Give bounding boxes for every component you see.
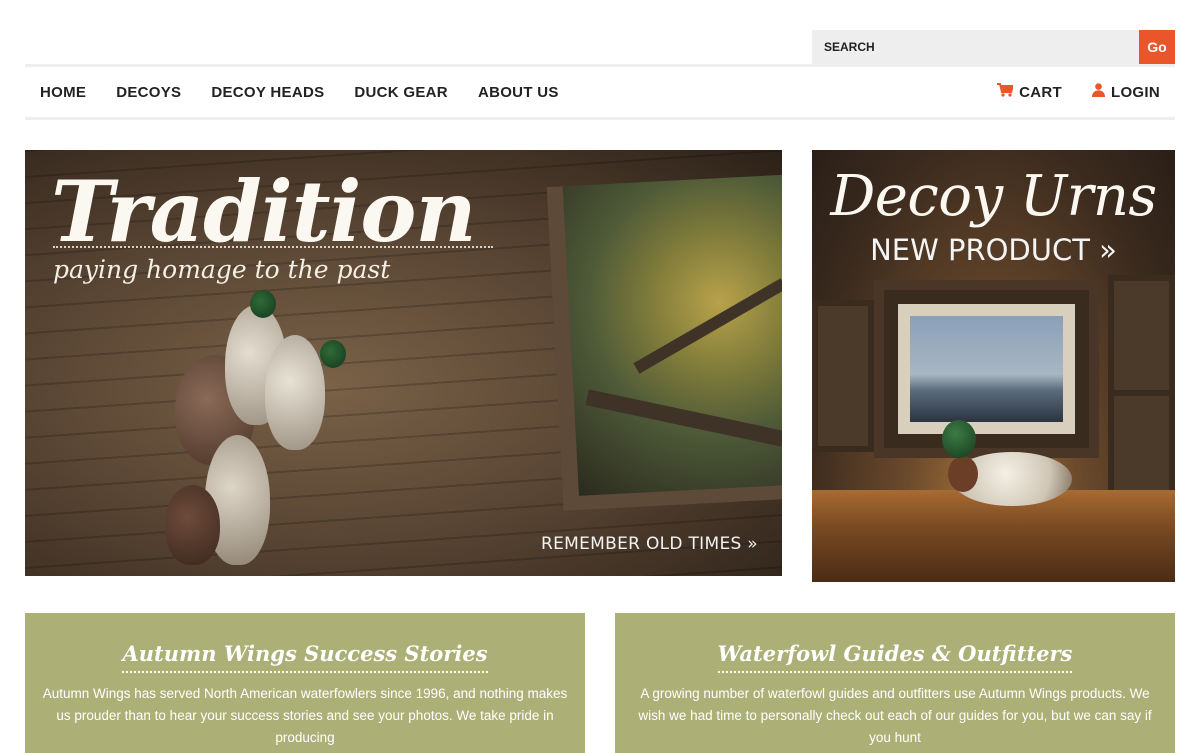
decoy-urns-banner[interactable]: Decoy Urns NEW PRODUCT » (812, 150, 1175, 582)
search-go-button[interactable]: Go (1139, 30, 1175, 64)
login-label: LOGIN (1111, 83, 1160, 101)
nav-item-home[interactable]: HOME (40, 84, 86, 101)
decoy-shape (165, 485, 220, 565)
decoy-shape (265, 335, 325, 450)
guides-outfitters-title[interactable]: Waterfowl Guides & Outfitters (717, 641, 1073, 673)
nav-item-duck-gear[interactable]: DUCK GEAR (354, 84, 448, 101)
side-banner-title: Decoy Urns (830, 164, 1157, 229)
hanging-decoys-image (155, 290, 355, 575)
remember-old-times-link[interactable]: REMEMBER OLD TIMES » (541, 534, 758, 554)
tradition-banner[interactable]: Tradition paying homage to the past REME… (25, 150, 782, 576)
decoy-urn-chest (948, 456, 978, 492)
cart-link[interactable]: CART (997, 83, 1062, 101)
decoy-head-shape (320, 340, 346, 368)
picture-frame (874, 280, 1099, 458)
nav-item-decoys[interactable]: DECOYS (116, 84, 181, 101)
search-bar: Go (812, 30, 1175, 64)
cart-label: CART (1019, 83, 1062, 101)
user-icon (1092, 83, 1105, 101)
nav-item-about-us[interactable]: ABOUT US (478, 84, 559, 101)
decoy-head-shape (250, 290, 276, 318)
broken-window-image (546, 173, 782, 511)
nav-menu: HOME DECOYS DECOY HEADS DUCK GEAR ABOUT … (40, 67, 559, 117)
nav-item-decoy-heads[interactable]: DECOY HEADS (211, 84, 324, 101)
shopping-cart-icon (997, 83, 1015, 101)
picture-frame (812, 300, 874, 452)
success-stories-title[interactable]: Autumn Wings Success Stories (122, 641, 488, 673)
success-stories-panel: Autumn Wings Success Stories Autumn Wing… (25, 613, 585, 753)
account-links: CART LOGIN (997, 67, 1160, 117)
banner-subtitle: paying homage to the past (53, 255, 391, 284)
search-input[interactable] (812, 30, 1139, 64)
banner-divider (53, 246, 493, 248)
decoy-urn-head (942, 420, 976, 458)
guides-outfitters-text: A growing number of waterfowl guides and… (638, 686, 1152, 745)
guides-outfitters-panel: Waterfowl Guides & Outfitters A growing … (615, 613, 1175, 753)
new-product-link[interactable]: NEW PRODUCT » (812, 233, 1175, 267)
picture-frame (1108, 275, 1175, 397)
success-stories-text: Autumn Wings has served North American w… (42, 686, 568, 745)
login-link[interactable]: LOGIN (1092, 83, 1160, 101)
main-navigation: HOME DECOYS DECOY HEADS DUCK GEAR ABOUT … (25, 64, 1175, 120)
